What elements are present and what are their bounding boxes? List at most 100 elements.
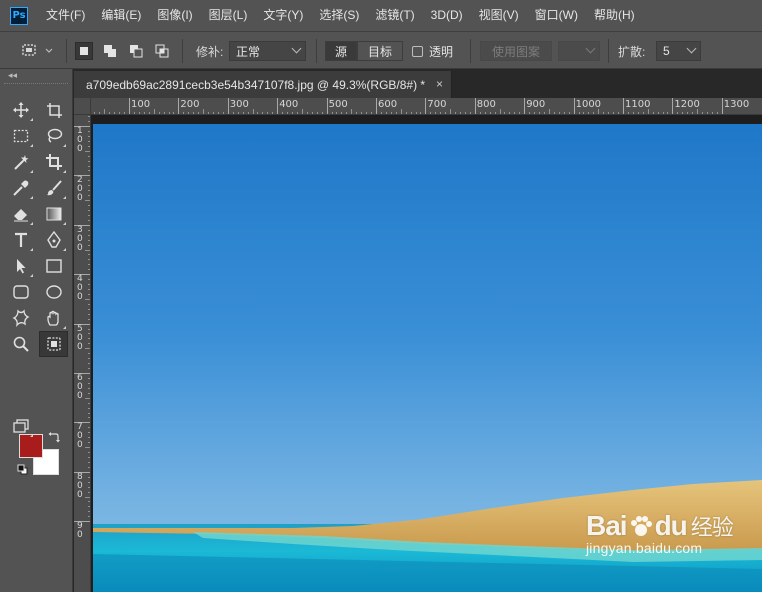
menu-select[interactable]: 选择(S) — [311, 0, 367, 31]
pen-tool-button[interactable] — [41, 228, 67, 252]
lasso-tool-button[interactable] — [41, 124, 67, 148]
menu-window[interactable]: 窗口(W) — [527, 0, 586, 31]
watermark-url: jingyan.baidu.com — [586, 540, 703, 556]
ruler-label: 2 0 0 — [77, 175, 83, 204]
options-bar: 修补: 正常 源 目标 透明 使用图案 扩散: 5 — [0, 31, 762, 69]
close-icon[interactable]: × — [436, 77, 443, 91]
subtract-from-selection-button[interactable] — [127, 42, 145, 60]
diffusion-select[interactable]: 5 — [656, 41, 701, 61]
diffusion-value: 5 — [663, 44, 670, 58]
use-pattern-button[interactable]: 使用图案 — [480, 41, 552, 61]
chevron-down-icon — [45, 48, 53, 53]
patch-tool-button[interactable] — [39, 331, 68, 357]
target-button[interactable]: 目标 — [357, 41, 403, 61]
magic-wand-button[interactable] — [8, 150, 34, 174]
ruler-label: 700 — [427, 99, 447, 110]
pen-tool-icon — [47, 231, 61, 248]
pattern-picker[interactable] — [558, 41, 600, 61]
tool-flyout-indicator — [30, 144, 33, 147]
menu-filter[interactable]: 滤镜(T) — [367, 0, 422, 31]
path-selection-button[interactable] — [8, 254, 34, 278]
ruler-major-tick — [623, 98, 624, 114]
add-to-selection-icon — [104, 45, 116, 57]
tool-flyout-indicator — [30, 170, 33, 173]
ruler-label: 6 0 0 — [77, 373, 83, 401]
path-selection-icon — [17, 259, 26, 274]
eraser-tool-button[interactable] — [8, 202, 34, 226]
intersect-selection-button[interactable] — [153, 42, 171, 60]
custom-shape-icon — [12, 309, 30, 327]
rounded-rectangle-button[interactable] — [8, 280, 34, 304]
ruler-major-tick — [129, 98, 130, 114]
menu-type[interactable]: 文字(Y) — [255, 0, 311, 31]
new-selection-button[interactable] — [75, 42, 93, 60]
default-colors-icon[interactable] — [17, 464, 28, 475]
document-canvas[interactable]: Bai du 经验 jingyan.baidu.com — [91, 115, 762, 592]
tool-flyout-indicator — [30, 248, 33, 251]
rectangle-tool-button[interactable] — [41, 254, 67, 278]
ruler-label: 1300 — [723, 99, 750, 110]
ruler-major-tick — [178, 98, 180, 114]
document-tab[interactable]: a709edb69ac2891cecb3e54b347107f8.jpg @ 4… — [74, 71, 452, 98]
menu-file[interactable]: 文件(F) — [38, 0, 93, 31]
patch-mode-select[interactable]: 正常 — [229, 41, 306, 61]
menu-help[interactable]: 帮助(H) — [586, 0, 643, 31]
ruler-major-tick — [227, 98, 229, 114]
menu-bar: Ps 文件(F) 编辑(E) 图像(I) 图层(L) 文字(Y) 选择(S) 滤… — [0, 0, 762, 31]
hand-tool-button[interactable] — [41, 306, 67, 330]
ruler-major-tick — [573, 98, 575, 114]
tool-flyout-indicator — [63, 170, 66, 173]
new-selection-icon — [80, 47, 88, 55]
document-tab-title: a709edb69ac2891cecb3e54b347107f8.jpg @ 4… — [86, 77, 426, 92]
document-tab-bar: a709edb69ac2891cecb3e54b347107f8.jpg @ 4… — [74, 69, 762, 98]
move-tool-button[interactable] — [8, 98, 34, 122]
ruler-label: 1000 — [575, 99, 602, 110]
source-button[interactable]: 源 — [325, 41, 357, 61]
eraser-tool-icon — [14, 209, 28, 222]
tool-flyout-indicator — [63, 248, 66, 251]
vertical-ruler[interactable]: 1 0 0 2 0 0 3 0 0 4 0 0 5 0 0 6 0 0 7 0 0 8 0 0… — [74, 115, 91, 592]
rectangular-marquee-button[interactable] — [8, 124, 34, 148]
ruler-label: 8 0 0 — [77, 471, 83, 500]
screen-mode-button[interactable] — [8, 414, 34, 438]
magic-wand-icon — [14, 155, 29, 170]
rectangle-tool-icon — [46, 259, 62, 273]
tool-flyout-indicator — [63, 222, 66, 225]
menu-layer[interactable]: 图层(L) — [201, 0, 256, 31]
tool-flyout-indicator — [30, 196, 33, 199]
brush-tool-button[interactable] — [41, 176, 67, 200]
menu-edit[interactable]: 编辑(E) — [93, 0, 149, 31]
eyedropper-icon — [13, 180, 29, 196]
tool-preset-picker[interactable] — [20, 40, 58, 62]
swap-colors-icon[interactable] — [48, 431, 60, 443]
diffusion-label: 扩散: — [618, 44, 646, 59]
transparent-checkbox[interactable]: 透明 — [412, 40, 453, 62]
chevron-down-icon — [686, 43, 697, 54]
ruler-label: 600 — [378, 99, 398, 110]
eyedropper-button[interactable] — [8, 176, 34, 200]
horizontal-ruler[interactable]: 100 200 300 400 500 600 700 800 900 1000 1100 1200 1… — [91, 98, 762, 115]
type-tool-button[interactable] — [8, 228, 34, 252]
artboard-tool-button[interactable] — [41, 98, 67, 122]
patch-tool-icon — [22, 44, 36, 56]
watermark-brand: Bai — [586, 510, 628, 541]
artboard-tool-icon — [47, 103, 62, 118]
ellipse-tool-button[interactable] — [41, 280, 67, 304]
custom-shape-button[interactable] — [8, 306, 34, 330]
ruler-label: 4 0 0 — [77, 274, 83, 303]
ruler-major-tick — [326, 98, 328, 114]
menu-view[interactable]: 视图(V) — [471, 0, 527, 31]
add-to-selection-button[interactable] — [101, 42, 119, 60]
photoshop-logo-icon[interactable]: Ps — [10, 6, 28, 25]
type-tool-icon — [15, 232, 27, 247]
ruler-label: 200 — [180, 99, 200, 110]
ruler-origin[interactable] — [74, 98, 91, 115]
gradient-tool-button[interactable] — [41, 202, 67, 226]
collapse-panel-icon[interactable]: ◂◂ — [8, 70, 17, 81]
menu-3d[interactable]: 3D(D) — [423, 0, 471, 31]
zoom-tool-button[interactable] — [8, 332, 34, 356]
crop-tool-button[interactable] — [41, 150, 67, 174]
menu-image[interactable]: 图像(I) — [149, 0, 200, 31]
panel-grip[interactable] — [4, 83, 68, 86]
tool-flyout-indicator — [63, 196, 66, 199]
